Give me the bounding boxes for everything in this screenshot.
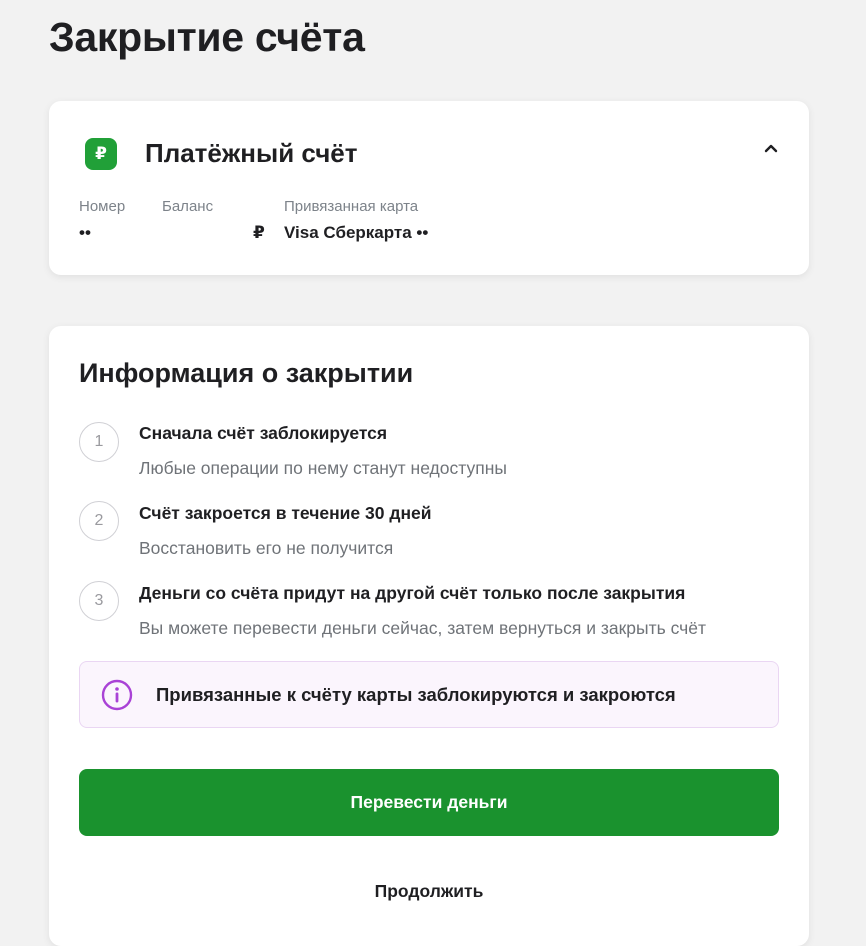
step-title-1: Сначала счёт заблокируется xyxy=(139,423,388,443)
step-title-3: Деньги со счёта придут на другой счёт то… xyxy=(139,583,686,603)
step-subtitle-1: Любые операции по нему станут недоступны xyxy=(139,458,507,478)
page-title: Закрытие счёта xyxy=(49,14,365,60)
account-balance-value: ₽ xyxy=(253,223,265,242)
step-number-3: 3 xyxy=(79,581,119,621)
info-icon xyxy=(101,679,133,711)
closing-info-title: Информация о закрытии xyxy=(79,358,414,388)
closing-info-card: Информация о закрытии 1 Сначала счёт заб… xyxy=(49,326,809,946)
account-number-value: •• xyxy=(79,223,91,242)
step-subtitle-2: Восстановить его не получится xyxy=(139,538,394,558)
ruble-icon: ₽ xyxy=(85,138,117,170)
notice-text: Привязанные к счёту карты заблокируются … xyxy=(156,684,676,705)
step-title-2: Счёт закроется в течение 30 дней xyxy=(139,503,432,523)
account-number-label: Номер xyxy=(79,198,126,215)
cards-notice: Привязанные к счёту карты заблокируются … xyxy=(79,661,779,728)
account-balance-label: Баланс xyxy=(162,198,214,215)
account-card: ₽ Платёжный счёт Номер •• Баланс ₽ Привя… xyxy=(49,101,809,275)
continue-button[interactable]: Продолжить xyxy=(79,866,779,916)
transfer-money-button[interactable]: Перевести деньги xyxy=(79,769,779,836)
linked-card-value: Visa Сберкарта •• xyxy=(284,223,429,242)
chevron-up-icon[interactable] xyxy=(761,139,781,159)
step-subtitle-3: Вы можете перевести деньги сейчас, затем… xyxy=(139,618,706,638)
account-title: Платёжный счёт xyxy=(145,138,358,168)
step-number-2: 2 xyxy=(79,501,119,541)
step-number-1: 1 xyxy=(79,422,119,462)
linked-card-label: Привязанная карта xyxy=(284,198,419,215)
